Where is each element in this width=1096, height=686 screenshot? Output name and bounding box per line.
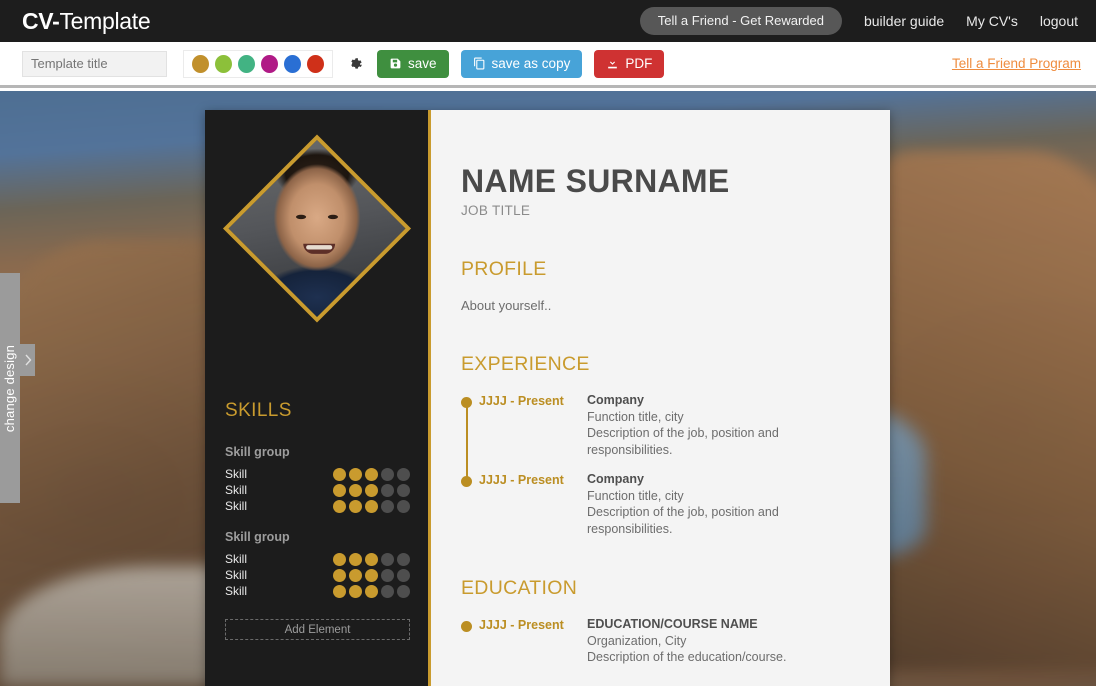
gear-icon[interactable] <box>345 54 365 74</box>
editor-toolbar: save save as copy PDF Tell a Friend Prog… <box>0 42 1096 88</box>
cv-sidebar: SKILLS Skill group Skill Skill Skill Ski… <box>205 110 431 686</box>
experience-company: Company <box>587 472 644 487</box>
save-as-copy-button-label: save as copy <box>491 56 571 71</box>
pdf-button-label: PDF <box>625 56 653 71</box>
skill-group-label: Skill group <box>225 530 290 544</box>
education-description: Description of the education/course. <box>587 650 787 665</box>
color-swatch-magenta[interactable] <box>261 54 278 73</box>
experience-description-line2: responsibilities. <box>587 521 673 536</box>
floppy-disk-icon <box>390 58 401 69</box>
experience-entry[interactable]: JJJJ - Present Company Function title, c… <box>461 393 852 458</box>
skills-heading: SKILLS <box>225 400 292 421</box>
skill-rating-dots[interactable] <box>330 584 410 598</box>
skill-group: Skill group Skill Skill Skill <box>225 530 410 599</box>
education-body: EDUCATION/COURSE NAME Organization, City… <box>587 617 852 666</box>
save-as-copy-button[interactable]: save as copy <box>460 49 583 78</box>
experience-date: JJJJ - Present <box>479 473 564 488</box>
color-swatch-gold[interactable] <box>192 54 209 73</box>
color-swatch-group <box>183 49 333 78</box>
skill-row[interactable]: Skill <box>225 551 410 567</box>
template-title-input[interactable] <box>22 50 167 77</box>
profile-text[interactable]: About yourself.. <box>461 298 852 313</box>
skill-group-label: Skill group <box>225 445 290 459</box>
skill-rating-dots[interactable] <box>330 499 410 513</box>
color-swatch-red[interactable] <box>307 54 324 73</box>
experience-function: Function title, city <box>587 409 684 424</box>
timeline-bullet-icon <box>461 621 472 633</box>
pdf-button[interactable]: PDF <box>594 49 665 78</box>
timeline-bullet-icon <box>461 397 472 408</box>
download-icon <box>608 58 618 69</box>
app-logo[interactable]: CV-Template <box>22 7 151 35</box>
change-design-tab[interactable]: change design <box>0 273 20 503</box>
cv-main-column: NAME SURNAME JOB TITLE PROFILE About you… <box>431 110 890 686</box>
skill-label: Skill <box>225 552 248 566</box>
tell-a-friend-program-link[interactable]: Tell a Friend Program <box>952 56 1081 71</box>
skill-label: Skill <box>225 584 248 598</box>
profile-photo <box>225 137 408 320</box>
nav-link-builder-guide[interactable]: builder guide <box>864 13 944 29</box>
change-design-label: change design <box>2 344 18 432</box>
skill-rating-dots[interactable] <box>330 467 410 481</box>
nav-link-logout[interactable]: logout <box>1040 13 1078 29</box>
skill-row[interactable]: Skill <box>225 583 410 599</box>
tell-a-friend-pill-button[interactable]: Tell a Friend - Get Rewarded <box>639 7 842 35</box>
top-navbar: CV-Template Tell a Friend - Get Rewarded… <box>0 0 1096 42</box>
skill-row[interactable]: Skill <box>225 482 410 498</box>
skill-label: Skill <box>225 483 248 497</box>
skill-rating-dots[interactable] <box>330 568 410 582</box>
experience-date: JJJJ - Present <box>479 394 564 408</box>
experience-description-line1: Description of the job, position and <box>587 426 779 441</box>
color-swatch-teal[interactable] <box>238 54 255 73</box>
skill-group: Skill group Skill Skill Skill <box>225 445 410 514</box>
education-course-name: EDUCATION/COURSE NAME <box>587 617 758 632</box>
experience-description-line2: responsibilities. <box>587 442 673 457</box>
nav-link-my-cvs[interactable]: My CV's <box>966 13 1018 29</box>
skill-row[interactable]: Skill <box>225 466 410 482</box>
experience-entry[interactable]: JJJJ - Present Company Function title, c… <box>461 472 852 537</box>
education-timeline: JJJJ - Present EDUCATION/COURSE NAME Org… <box>461 617 852 666</box>
experience-body: Company Function title, city Description… <box>587 472 852 537</box>
skill-row[interactable]: Skill <box>225 567 410 583</box>
profile-heading: PROFILE <box>461 258 547 280</box>
skill-rating-dots[interactable] <box>330 483 410 497</box>
skill-label: Skill <box>225 499 248 513</box>
save-button[interactable]: save <box>377 49 449 78</box>
profile-photo-diamond-frame[interactable] <box>222 134 411 323</box>
skills-block: SKILLS Skill group Skill Skill Skill Ski… <box>225 400 410 640</box>
color-swatch-blue[interactable] <box>284 54 301 73</box>
experience-body: Company Function title, city Description… <box>587 393 852 458</box>
color-swatch-green[interactable] <box>215 54 232 73</box>
education-date: JJJJ - Present <box>479 618 564 633</box>
logo-template-text: Template <box>59 7 151 34</box>
experience-timeline: JJJJ - Present Company Function title, c… <box>461 393 852 537</box>
experience-company: Company <box>587 393 644 407</box>
cv-name[interactable]: NAME SURNAME <box>461 165 852 197</box>
copy-icon <box>473 57 484 70</box>
timeline-bullet-icon <box>461 476 472 488</box>
chevron-right-icon[interactable] <box>20 344 35 376</box>
logo-cv-text: CV <box>22 7 53 34</box>
skill-rating-dots[interactable] <box>330 552 410 566</box>
education-heading: EDUCATION <box>461 577 578 600</box>
navbar-right-group: Tell a Friend - Get Rewarded builder gui… <box>639 7 1078 35</box>
save-button-label: save <box>408 56 437 71</box>
skill-row[interactable]: Skill <box>225 498 410 514</box>
editor-canvas: SKILLS Skill group Skill Skill Skill Ski… <box>0 91 1096 686</box>
experience-description-line1: Description of the job, position and <box>587 505 779 520</box>
experience-heading: EXPERIENCE <box>461 353 590 375</box>
cv-job-title[interactable]: JOB TITLE <box>461 203 852 218</box>
skill-label: Skill <box>225 568 248 582</box>
education-organization: Organization, City <box>587 633 687 648</box>
skill-label: Skill <box>225 467 248 481</box>
cv-document: SKILLS Skill group Skill Skill Skill Ski… <box>205 110 890 686</box>
add-element-button[interactable]: Add Element <box>225 619 410 640</box>
experience-function: Function title, city <box>587 488 684 503</box>
education-entry[interactable]: JJJJ - Present EDUCATION/COURSE NAME Org… <box>461 617 852 666</box>
